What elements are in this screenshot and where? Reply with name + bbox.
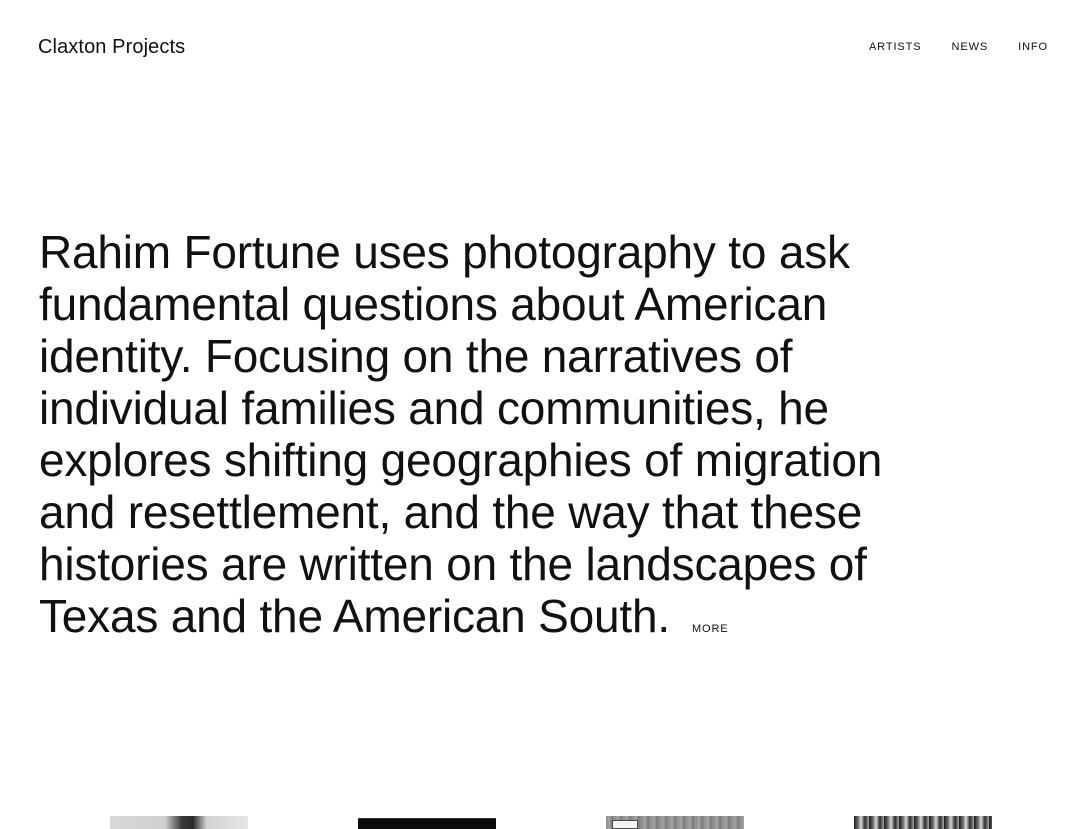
- nav-news-link[interactable]: NEWS: [952, 40, 989, 54]
- site-logo[interactable]: Claxton Projects: [38, 34, 185, 60]
- artwork-thumbnail-3[interactable]: [606, 816, 744, 829]
- artist-bio: Rahim Fortune uses photography to ask fu…: [39, 226, 919, 642]
- nav-info-link[interactable]: INFO: [1018, 40, 1048, 54]
- artwork-thumbnail-2[interactable]: [358, 816, 496, 829]
- main-nav: ARTISTS NEWS INFO: [869, 40, 1048, 54]
- artist-bio-text: Rahim Fortune uses photography to ask fu…: [39, 226, 883, 642]
- artwork-thumbnail-1[interactable]: [110, 816, 248, 829]
- artwork-thumbnail-4[interactable]: [854, 816, 992, 829]
- page: Claxton Projects ARTISTS NEWS INFO Rahim…: [0, 0, 1087, 829]
- thumbnail-detail: [612, 820, 638, 829]
- more-link[interactable]: MORE: [692, 622, 729, 636]
- nav-artists-link[interactable]: ARTISTS: [869, 40, 922, 54]
